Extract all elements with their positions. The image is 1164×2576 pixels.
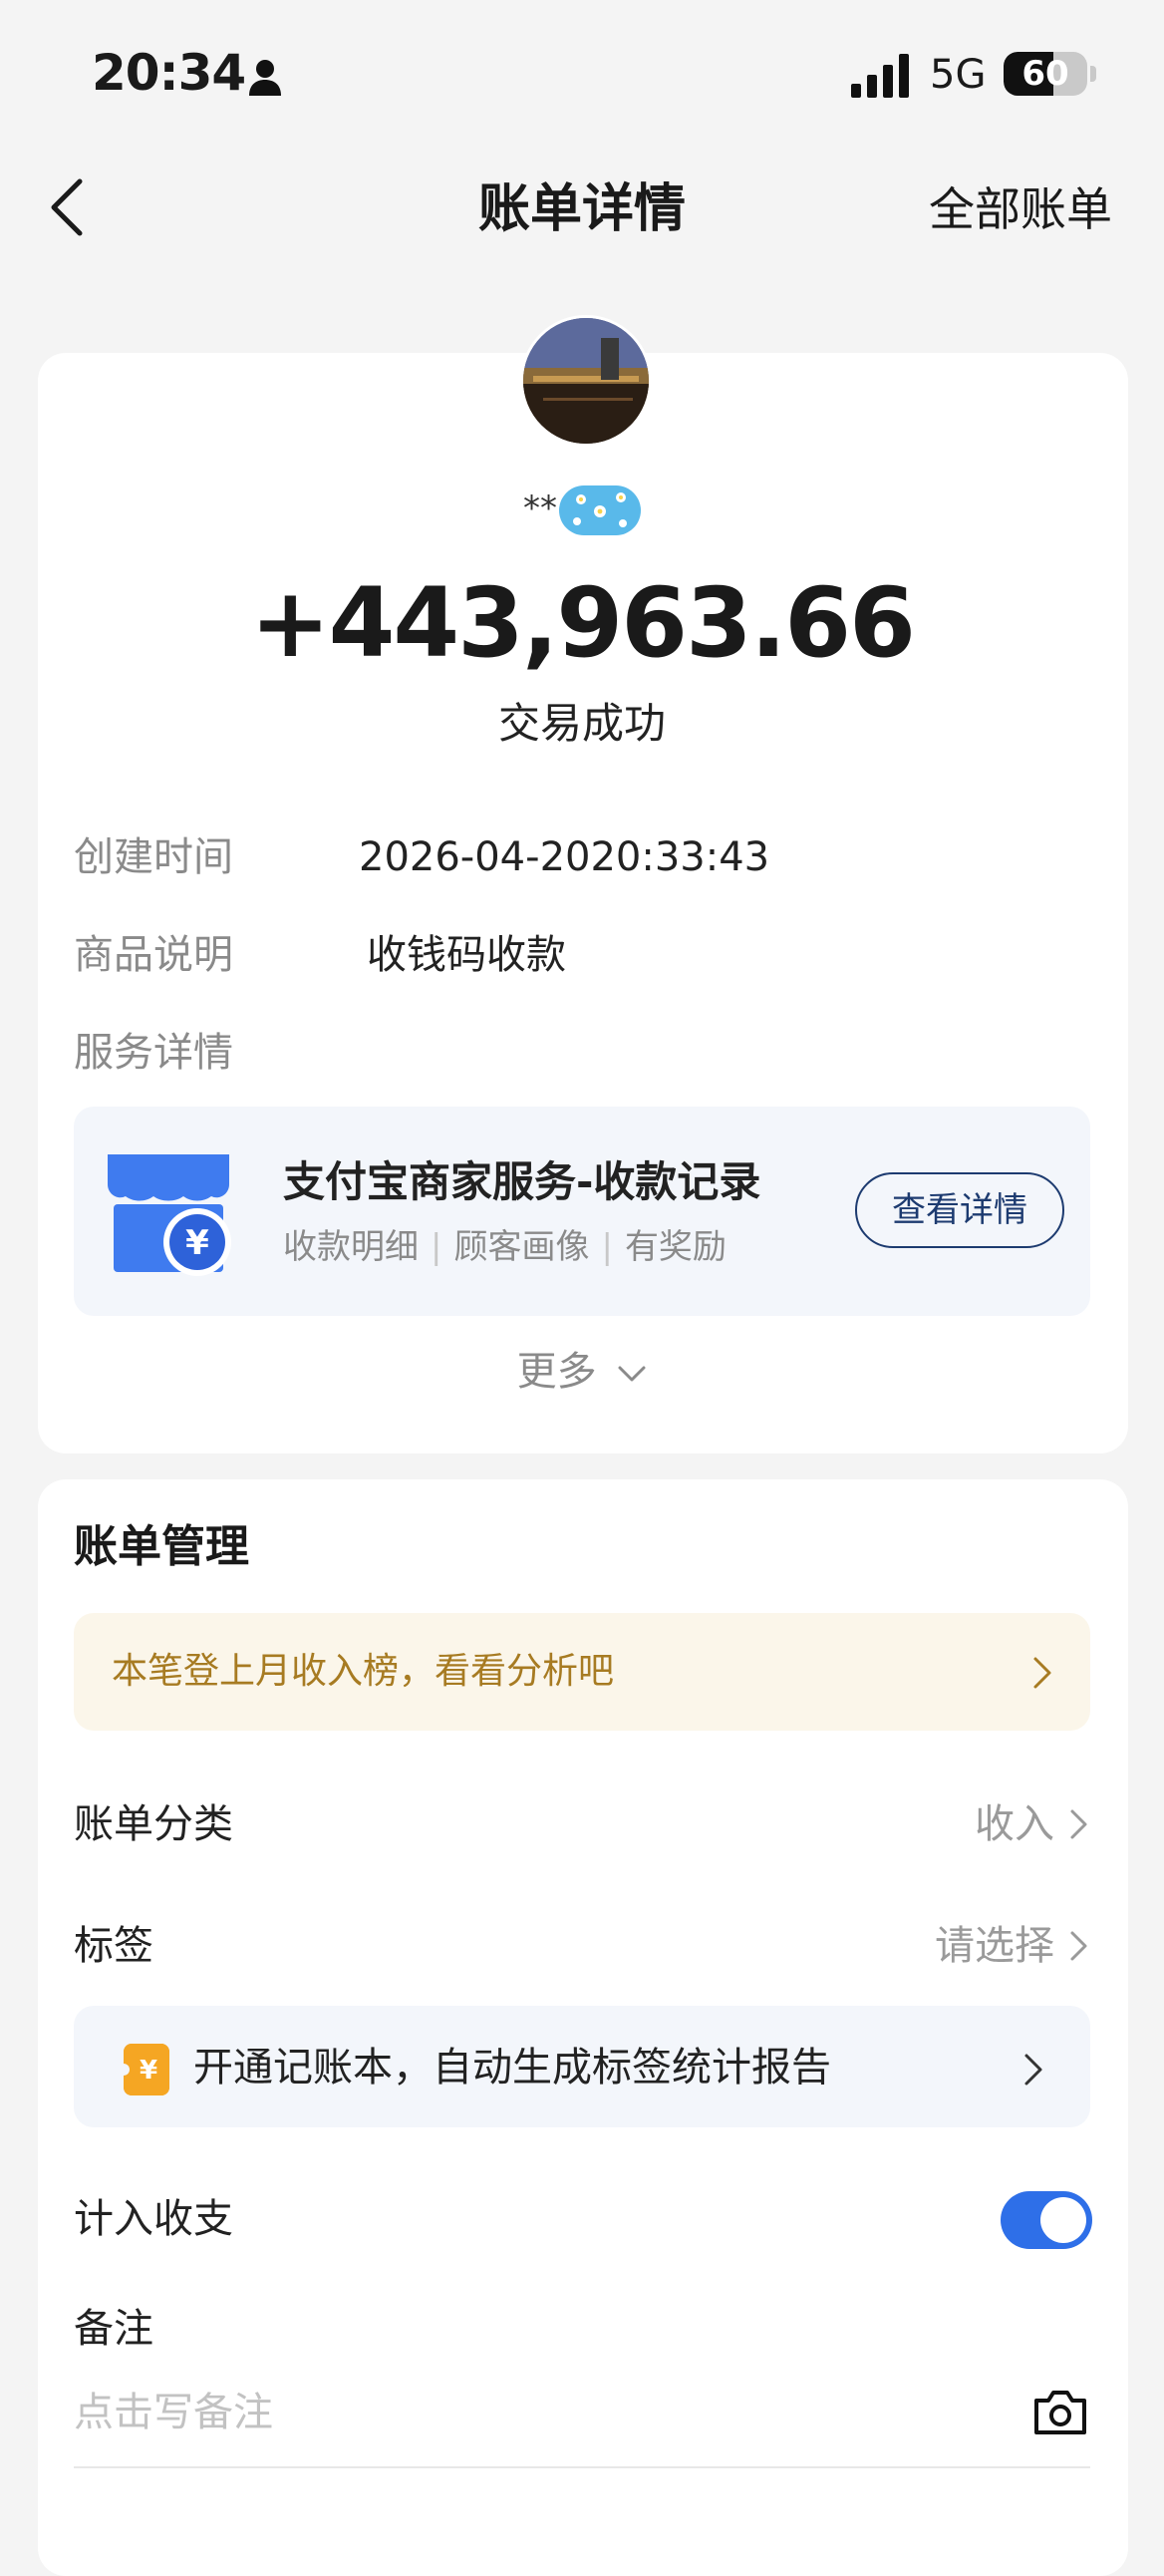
product-label: 商品说明: [74, 932, 233, 978]
tag-value: 请选择: [935, 1923, 1054, 1969]
notice-text: 本笔登上月收入榜，看看分析吧: [112, 1651, 615, 1692]
chevron-right-icon: [1070, 1809, 1087, 1839]
more-label: 更多: [516, 1349, 597, 1395]
separator: |: [601, 1227, 613, 1267]
service-subtitle: 收款明细 | 顾客画像 | 有奖励: [283, 1222, 727, 1272]
chevron-right-icon: [1033, 1657, 1051, 1689]
payer-name-text: **: [523, 488, 557, 528]
battery-level: 60: [1021, 54, 1069, 94]
service-sub-item: 顾客画像: [453, 1227, 590, 1267]
created-time-label: 创建时间: [74, 834, 233, 880]
signal-icon: [851, 54, 909, 98]
more-toggle[interactable]: 更多: [0, 1344, 1164, 1400]
divider: [74, 2466, 1090, 2468]
category-label: 账单分类: [74, 1801, 233, 1847]
service-label: 服务详情: [74, 1030, 233, 1076]
chevron-down-icon: [618, 1366, 646, 1382]
camera-icon[interactable]: [1032, 2387, 1088, 2436]
person-icon: [249, 60, 281, 96]
svg-text:¥: ¥: [185, 1223, 209, 1263]
store-yuan-icon: ¥: [108, 1154, 231, 1276]
include-toggle[interactable]: [1001, 2191, 1092, 2249]
toggle-knob: [1040, 2197, 1086, 2243]
service-sub-item: 收款明细: [283, 1227, 419, 1267]
transaction-status: 交易成功: [497, 699, 666, 748]
yuan-ticket-icon: ¥: [124, 2044, 169, 2095]
section-title: 账单管理: [74, 1521, 249, 1572]
payer-name: **: [0, 479, 1164, 538]
product-value: 收钱码收款: [367, 932, 566, 978]
all-bills-link[interactable]: 全部账单: [929, 177, 1112, 241]
include-label: 计入收支: [74, 2196, 233, 2242]
service-title: 支付宝商家服务-收款记录: [283, 1157, 761, 1206]
avatar-image: [523, 318, 649, 444]
network-label: 5G: [930, 52, 987, 98]
separator: |: [431, 1227, 442, 1267]
promo-text: 开通记账本，自动生成标签统计报告: [193, 2045, 831, 2091]
memo-label: 备注: [74, 2306, 153, 2352]
avatar: [520, 315, 652, 447]
battery-tip: [1090, 66, 1096, 82]
view-details-button[interactable]: 查看详情: [855, 1172, 1064, 1248]
chevron-right-icon: [1024, 2054, 1042, 2086]
svg-text:¥: ¥: [140, 2056, 157, 2086]
masked-name-sticker: [559, 484, 641, 535]
tag-label: 标签: [74, 1923, 153, 1969]
battery-icon: 60: [1004, 52, 1087, 96]
tag-selector[interactable]: 请选择: [935, 1916, 1090, 1976]
created-time-value: 2026-04-2020:33:43: [359, 834, 770, 880]
service-sub-item: 有奖励: [624, 1227, 727, 1267]
amount: +443,963.66: [250, 567, 916, 679]
memo-input[interactable]: 点击写备注: [74, 2383, 273, 2442]
status-time: 20:34: [92, 44, 246, 102]
category-selector[interactable]: 收入: [975, 1794, 1090, 1854]
chevron-right-icon: [1070, 1931, 1087, 1961]
category-value: 收入: [975, 1801, 1054, 1847]
